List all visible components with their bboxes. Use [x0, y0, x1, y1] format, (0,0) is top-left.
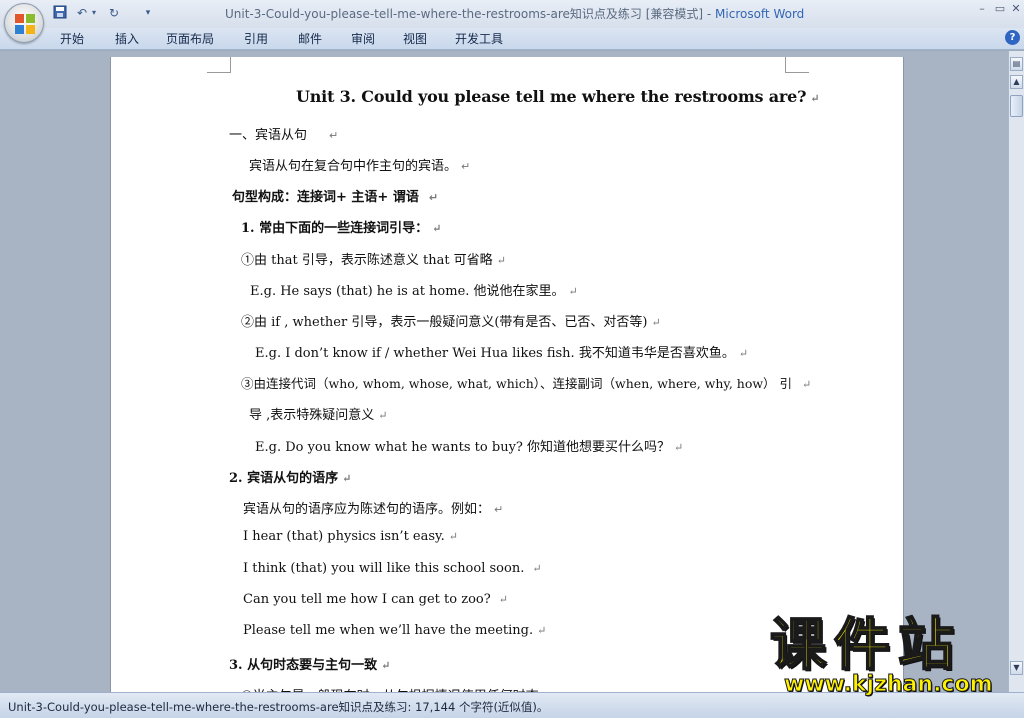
view-ruler-icon[interactable]: ▤ [1010, 57, 1023, 71]
subheading: 3. 从句时态要与主句一致 ↵ [229, 658, 391, 673]
example-line: E.g. Do you know what he wants to buy? 你… [255, 440, 684, 455]
scroll-thumb[interactable] [1010, 95, 1023, 117]
restore-icon[interactable]: ▭ [992, 2, 1008, 15]
close-icon[interactable]: ✕ [1008, 2, 1024, 15]
subheading: 1. 常由下面的一些连接词引导： ↵ [241, 221, 442, 236]
scroll-up-icon[interactable]: ▲ [1010, 75, 1023, 89]
undo-dropdown-icon[interactable]: ▾ [86, 5, 102, 21]
title-bar: ↶ ▾ ↻ ▾ Unit-3-Could-you-please-tell-me-… [0, 0, 1024, 28]
paragraph: ①由 that 引导，表示陈述意义 that 可省略 ↵ [241, 253, 506, 268]
tab-home[interactable]: 开始 [60, 30, 84, 47]
example-line: E.g. I don’t know if / whether Wei Hua l… [255, 346, 749, 361]
ribbon-tabs: 开始 插入 页面布局 引用 邮件 审阅 视图 开发工具 ? [0, 28, 1024, 50]
document-page[interactable]: Unit 3. Could you please tell me where t… [110, 57, 904, 697]
app-name: Microsoft Word [715, 7, 805, 21]
document-workspace: Unit 3. Could you please tell me where t… [0, 51, 1008, 697]
paragraph: 导 ,表示特殊疑问意义 ↵ [249, 408, 388, 423]
help-icon[interactable]: ? [1005, 30, 1020, 45]
tab-insert[interactable]: 插入 [115, 30, 139, 47]
paragraph: ②由 if , whether 引导，表示一般疑问意义(带有是否、已否、对否等)… [241, 315, 661, 330]
customize-toolbar-icon[interactable]: ▾ [140, 5, 156, 21]
tab-mailings[interactable]: 邮件 [298, 30, 322, 47]
tab-page-layout[interactable]: 页面布局 [166, 30, 214, 47]
minimize-icon[interactable]: – [974, 2, 990, 15]
save-icon[interactable] [52, 5, 68, 21]
margin-corner-mark [207, 57, 231, 73]
watermark-url: www.kjzhan.com [784, 672, 994, 698]
example-line: I hear (that) physics isn’t easy. ↵ [243, 529, 459, 544]
window-title: Unit-3-Could-you-please-tell-me-where-th… [225, 5, 804, 22]
tab-review[interactable]: 审阅 [351, 30, 375, 47]
paragraph: 句型构成：连接词+ 主语+ 谓语 ↵ [232, 190, 439, 205]
margin-corner-mark [785, 57, 809, 73]
document-title: Unit 3. Could you please tell me where t… [296, 87, 820, 106]
subheading: 2. 宾语从句的语序 ↵ [229, 471, 352, 486]
document-name: Unit-3-Could-you-please-tell-me-where-th… [225, 7, 716, 21]
redo-icon[interactable]: ↻ [106, 5, 122, 21]
watermark-logo: 课件站 www.kjzhan.com [769, 613, 1010, 698]
status-text: Unit-3-Could-you-please-tell-me-where-th… [8, 700, 549, 714]
example-line: E.g. He says (that) he is at home. 他说他在家… [250, 284, 578, 299]
watermark-text: 课件站 [769, 613, 962, 678]
tab-references[interactable]: 引用 [244, 30, 268, 47]
word-window: ↶ ▾ ↻ ▾ Unit-3-Could-you-please-tell-me-… [0, 0, 1024, 718]
office-logo-icon [15, 14, 35, 34]
vertical-scrollbar[interactable]: ▤ ▲ ▼ [1008, 51, 1024, 692]
example-line: Can you tell me how I can get to zoo? ↵ [243, 592, 508, 607]
office-button[interactable] [4, 3, 44, 43]
section-heading: 一、宾语从句 ↵ [229, 128, 339, 143]
example-line: I think (that) you will like this school… [243, 561, 542, 576]
paragraph: 宾语从句在复合句中作主句的宾语。 ↵ [249, 159, 471, 174]
example-line: Please tell me when we’ll have the meeti… [243, 623, 547, 638]
scroll-down-icon[interactable]: ▼ [1010, 661, 1023, 675]
tab-view[interactable]: 视图 [403, 30, 427, 47]
tab-developer[interactable]: 开发工具 [455, 30, 503, 47]
paragraph: ③由连接代词（who, whom, whose, what, which）、连接… [241, 376, 812, 391]
paragraph: 宾语从句的语序应为陈述句的语序。例如： ↵ [243, 502, 504, 517]
